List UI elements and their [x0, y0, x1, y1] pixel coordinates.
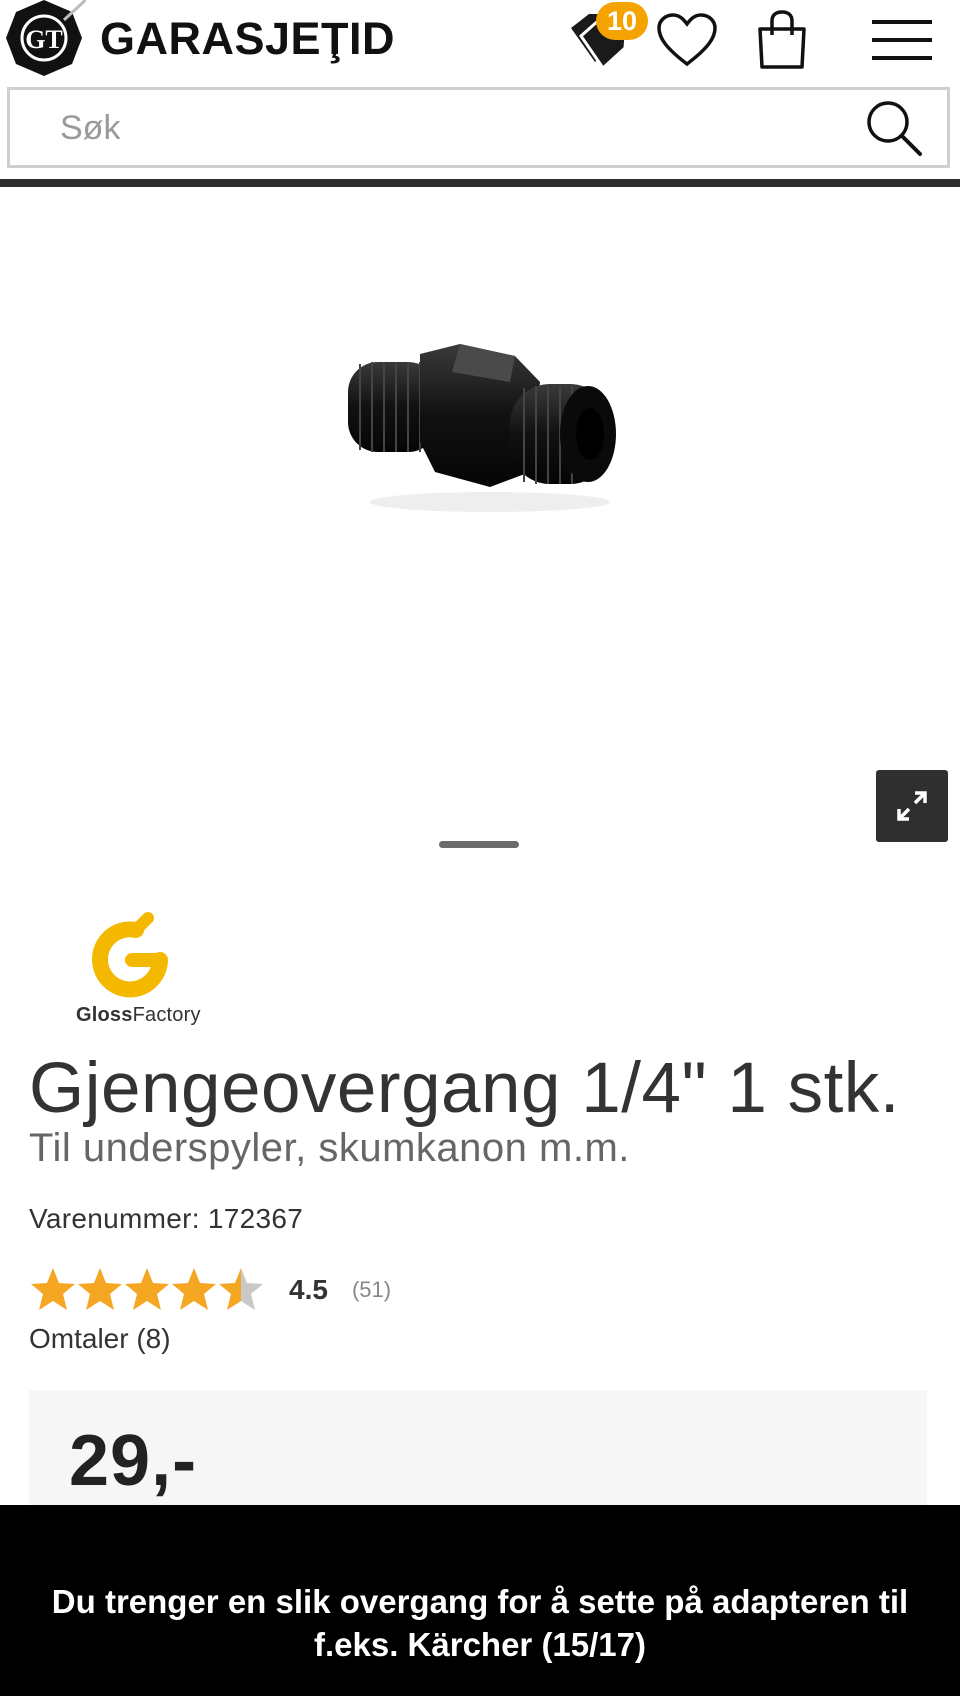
brand-name: GlossFactory	[76, 1004, 201, 1027]
product-image[interactable]	[340, 342, 630, 517]
glossfactory-logo-icon	[92, 912, 168, 998]
rating-count: (51)	[351, 1277, 392, 1302]
product-subtitle: Til underspyler, skumkanon m.m.	[29, 1126, 630, 1170]
star-half-icon	[219, 1268, 263, 1310]
search-bar	[7, 87, 950, 168]
brand-name-light: Factory	[132, 1004, 201, 1026]
header-divider	[0, 179, 960, 187]
gallery-slide-indicator[interactable]	[439, 841, 519, 848]
hamburger-menu-icon[interactable]	[866, 0, 938, 80]
deals-count-badge: 10	[596, 2, 648, 40]
star-icon	[172, 1268, 216, 1310]
info-toast[interactable]: Du trenger en slik overgang for å sette …	[0, 1505, 960, 1696]
product-rating[interactable]: 4.5 (51)	[29, 1264, 391, 1316]
brand-name-bold: Gloss	[76, 1004, 133, 1026]
search-icon[interactable]	[861, 96, 927, 160]
rating-value: 4.5	[289, 1274, 328, 1305]
star-icon	[31, 1268, 75, 1310]
toast-message: Du trenger en slik overgang for å sette …	[51, 1583, 909, 1663]
star-icon	[78, 1268, 122, 1310]
wishlist-heart-icon[interactable]	[654, 0, 720, 80]
expand-icon	[897, 791, 927, 821]
shopping-bag-icon[interactable]	[752, 0, 812, 80]
expand-image-button[interactable]	[876, 770, 948, 842]
site-logo[interactable]: GT GARASJEŢID	[2, 0, 395, 76]
top-header: GT GARASJEŢID 10	[0, 0, 960, 80]
logo-badge-icon: GT	[2, 0, 88, 78]
rating-stars	[29, 1266, 265, 1314]
search-input[interactable]	[60, 102, 820, 154]
reviews-link[interactable]: Omtaler (8)	[29, 1323, 171, 1355]
price-box: 29,-	[29, 1390, 927, 1520]
product-sku: Varenummer: 172367	[29, 1203, 304, 1234]
product-title: Gjengeovergang 1/4" 1 stk.	[29, 1049, 901, 1128]
svg-text:GT: GT	[25, 25, 63, 54]
product-gallery[interactable]	[0, 187, 960, 887]
product-price: 29,-	[69, 1421, 198, 1501]
logo-text: GARASJEŢID	[100, 12, 396, 64]
star-icon	[125, 1268, 169, 1310]
